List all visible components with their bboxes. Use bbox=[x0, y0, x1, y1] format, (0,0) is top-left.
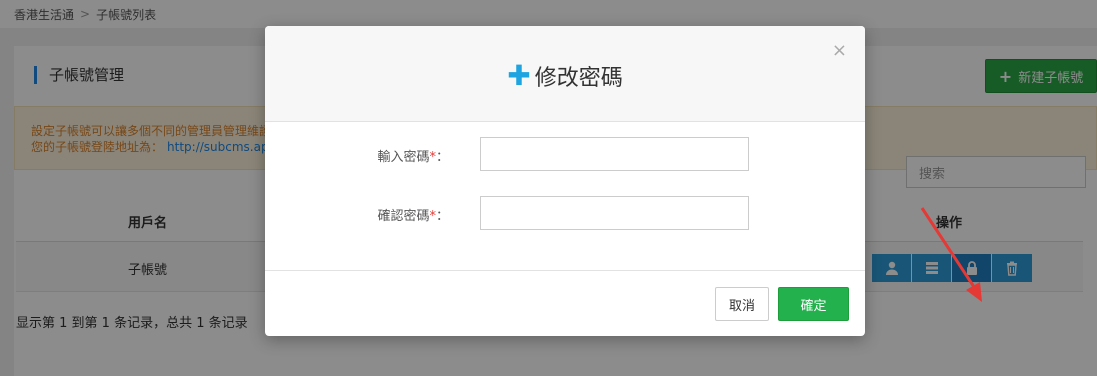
confirm-button[interactable]: 確定 bbox=[778, 287, 849, 321]
dialog-footer: 取消 確定 bbox=[265, 270, 865, 336]
plus-icon: ✚ bbox=[507, 59, 531, 92]
confirm-password-label: 確認密碼*： bbox=[377, 209, 449, 224]
password-row: 輸入密碼*： bbox=[265, 137, 865, 171]
dialog-title-text: 修改密碼 bbox=[534, 66, 623, 91]
dialog-header: ✚ 修改密碼 × bbox=[265, 26, 865, 122]
password-input[interactable] bbox=[480, 137, 749, 171]
close-icon[interactable]: × bbox=[832, 40, 847, 61]
annotation-arrow-icon bbox=[920, 207, 982, 302]
password-label: 輸入密碼*： bbox=[377, 150, 449, 165]
cancel-button[interactable]: 取消 bbox=[715, 287, 769, 321]
confirm-password-row: 確認密碼*： bbox=[265, 196, 865, 230]
confirm-password-input[interactable] bbox=[480, 196, 749, 230]
change-password-dialog: ✚ 修改密碼 × 輸入密碼*： 確認密碼*： 取消 確定 bbox=[265, 26, 865, 336]
dialog-title: ✚ 修改密碼 bbox=[265, 60, 865, 92]
